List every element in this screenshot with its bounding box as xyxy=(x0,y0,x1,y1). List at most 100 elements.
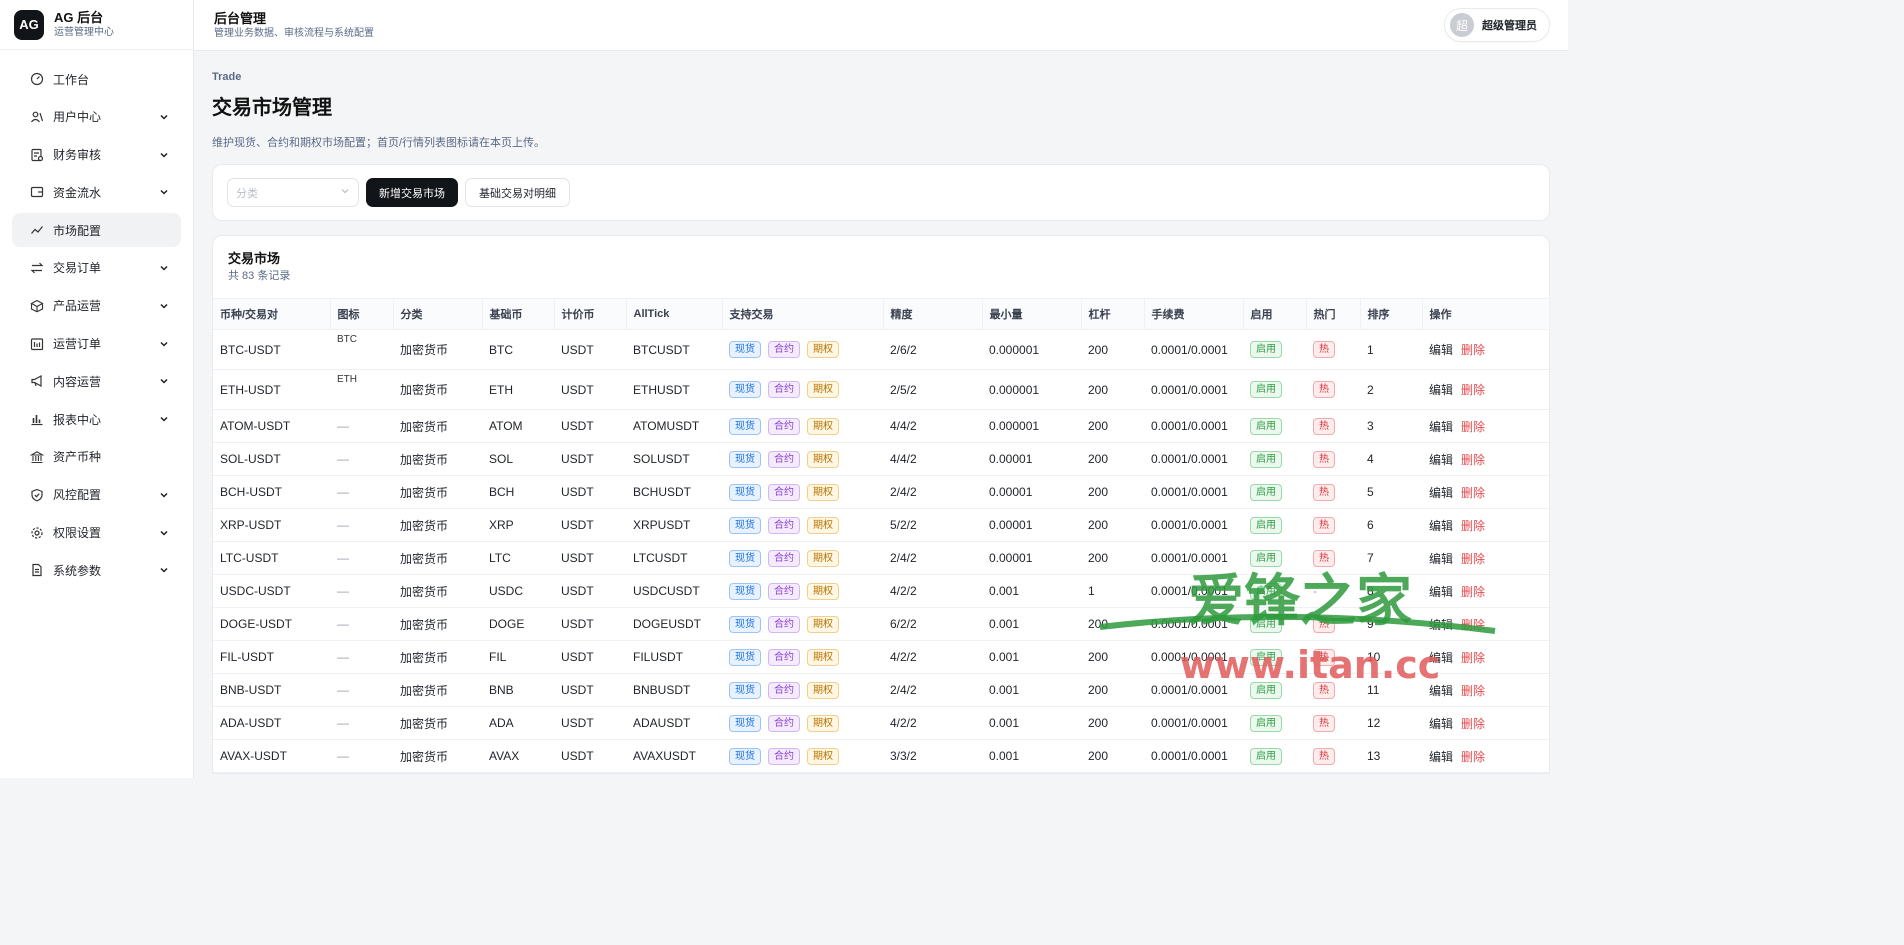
hot-badge[interactable]: 热 xyxy=(1313,381,1335,398)
icon-empty: — xyxy=(337,452,349,466)
leverage-cell: 200 xyxy=(1081,442,1144,476)
icon-cell: — xyxy=(330,739,393,773)
status-badge[interactable]: 启用 xyxy=(1250,582,1282,600)
delete-button[interactable]: 删除 xyxy=(1461,618,1485,632)
edit-button[interactable]: 编辑 xyxy=(1429,585,1453,599)
status-badge[interactable]: 启用 xyxy=(1250,516,1282,534)
delete-button[interactable]: 删除 xyxy=(1461,486,1485,500)
tag-contract: 合约 xyxy=(768,648,800,666)
sidebar-item-1[interactable]: 用户中心 xyxy=(12,100,181,134)
edit-button[interactable]: 编辑 xyxy=(1429,717,1453,731)
edit-button[interactable]: 编辑 xyxy=(1429,519,1453,533)
category-cell: 加密货币 xyxy=(393,574,482,608)
hot-badge[interactable]: 热 xyxy=(1313,714,1335,732)
sidebar-item-8[interactable]: 内容运营 xyxy=(12,364,181,398)
tag-option: 期权 xyxy=(807,648,839,666)
fee-cell: 0.0001/0.0001 xyxy=(1144,508,1243,542)
sidebar-item-6[interactable]: 产品运营 xyxy=(12,289,181,323)
delete-button[interactable]: 删除 xyxy=(1461,750,1485,764)
delete-button[interactable]: 删除 xyxy=(1461,383,1485,397)
sidebar-item-0[interactable]: 工作台 xyxy=(12,62,181,96)
hot-badge[interactable]: 热 xyxy=(1313,549,1335,567)
alltick-cell: XRPUSDT xyxy=(626,508,722,542)
delete-button[interactable]: 删除 xyxy=(1461,420,1485,434)
enabled-cell: 启用 xyxy=(1243,673,1306,707)
status-badge[interactable]: 启用 xyxy=(1250,549,1282,567)
delete-button[interactable]: 删除 xyxy=(1461,453,1485,467)
delete-button[interactable]: 删除 xyxy=(1461,552,1485,566)
hot-badge[interactable]: 热 xyxy=(1313,417,1335,435)
table-row: AVAX-USDT — 加密货币 AVAX USDT AVAXUSDT 现货 合约 期权 3/3/… xyxy=(213,739,1549,773)
tag-spot: 现货 xyxy=(729,582,761,600)
min-qty-cell: 0.001 xyxy=(982,673,1081,707)
actions-cell: 编辑 删除 xyxy=(1422,409,1549,443)
status-badge[interactable]: 启用 xyxy=(1250,615,1282,633)
base-cell: SOL xyxy=(482,442,554,476)
status-badge[interactable]: 启用 xyxy=(1250,714,1282,732)
min-qty-cell: 0.001 xyxy=(982,607,1081,641)
status-badge[interactable]: 启用 xyxy=(1250,417,1282,435)
hot-badge[interactable]: 热 xyxy=(1313,648,1335,666)
status-badge[interactable]: 启用 xyxy=(1250,341,1282,358)
sidebar-item-label: 用户中心 xyxy=(53,110,102,125)
sidebar-item-2[interactable]: 财务审核 xyxy=(12,138,181,172)
status-badge[interactable]: 启用 xyxy=(1250,483,1282,501)
actions-cell: 编辑 删除 xyxy=(1422,369,1549,410)
hot-badge[interactable]: 热 xyxy=(1313,483,1335,501)
actions-cell: 编辑 删除 xyxy=(1422,574,1549,608)
status-badge[interactable]: 启用 xyxy=(1250,747,1282,765)
edit-button[interactable]: 编辑 xyxy=(1429,343,1453,357)
user-menu[interactable]: 超 超级管理员 xyxy=(1444,8,1550,42)
sidebar-item-9[interactable]: 报表中心 xyxy=(12,402,181,436)
edit-button[interactable]: 编辑 xyxy=(1429,750,1453,764)
delete-button[interactable]: 删除 xyxy=(1461,519,1485,533)
delete-button[interactable]: 删除 xyxy=(1461,343,1485,357)
hot-badge[interactable]: 热 xyxy=(1313,450,1335,468)
actions-cell: 编辑 删除 xyxy=(1422,706,1549,740)
hot-badge[interactable]: 热 xyxy=(1313,341,1335,358)
edit-button[interactable]: 编辑 xyxy=(1429,552,1453,566)
edit-button[interactable]: 编辑 xyxy=(1429,618,1453,632)
precision-cell: 2/4/2 xyxy=(883,475,982,509)
edit-button[interactable]: 编辑 xyxy=(1429,486,1453,500)
sidebar-item-12[interactable]: 权限设置 xyxy=(12,516,181,550)
add-market-button[interactable]: 新增交易市场 xyxy=(366,178,458,207)
coin-image: BTC xyxy=(337,334,357,345)
status-badge[interactable]: 启用 xyxy=(1250,381,1282,398)
edit-button[interactable]: 编辑 xyxy=(1429,684,1453,698)
category-cell: 加密货币 xyxy=(393,739,482,773)
edit-button[interactable]: 编辑 xyxy=(1429,453,1453,467)
delete-button[interactable]: 删除 xyxy=(1461,684,1485,698)
sort-cell: 1 xyxy=(1360,329,1422,370)
delete-button[interactable]: 删除 xyxy=(1461,717,1485,731)
hot-badge[interactable]: 热 xyxy=(1313,681,1335,699)
sidebar-item-13[interactable]: 系统参数 xyxy=(12,553,181,587)
base-pair-detail-button[interactable]: 基础交易对明细 xyxy=(465,178,570,207)
icon-cell: — xyxy=(330,475,393,509)
edit-button[interactable]: 编辑 xyxy=(1429,651,1453,665)
sidebar-item-5[interactable]: 交易订单 xyxy=(12,251,181,285)
edit-button[interactable]: 编辑 xyxy=(1429,383,1453,397)
trade-types-cell: 现货 合约 期权 xyxy=(722,640,883,674)
brand-subtitle: 运营管理中心 xyxy=(54,26,114,38)
hot-badge[interactable]: 热 xyxy=(1313,516,1335,534)
status-badge[interactable]: 启用 xyxy=(1250,648,1282,666)
sidebar-item-11[interactable]: 风控配置 xyxy=(12,478,181,512)
sidebar-item-10[interactable]: 资产币种 xyxy=(12,440,181,474)
sidebar-item-3[interactable]: 资金流水 xyxy=(12,175,181,209)
precision-cell: 5/2/2 xyxy=(883,508,982,542)
status-badge[interactable]: 启用 xyxy=(1250,681,1282,699)
delete-button[interactable]: 删除 xyxy=(1461,585,1485,599)
hot-badge[interactable]: 热 xyxy=(1313,747,1335,765)
hot-badge[interactable]: 热 xyxy=(1313,615,1335,633)
base-cell: ADA xyxy=(482,706,554,740)
status-badge[interactable]: 启用 xyxy=(1250,450,1282,468)
chevron-down-icon xyxy=(159,112,169,122)
sidebar-item-4[interactable]: 市场配置 xyxy=(12,213,181,248)
edit-button[interactable]: 编辑 xyxy=(1429,420,1453,434)
table-body: BTC-USDT BTC 加密货币 BTC USDT BTCUSDT 现货 合约 期权 2/6/2… xyxy=(213,329,1549,773)
sidebar-item-7[interactable]: 运营订单 xyxy=(12,327,181,361)
delete-button[interactable]: 删除 xyxy=(1461,651,1485,665)
category-select[interactable]: 分类 xyxy=(227,178,359,207)
actions-cell: 编辑 删除 xyxy=(1422,475,1549,509)
